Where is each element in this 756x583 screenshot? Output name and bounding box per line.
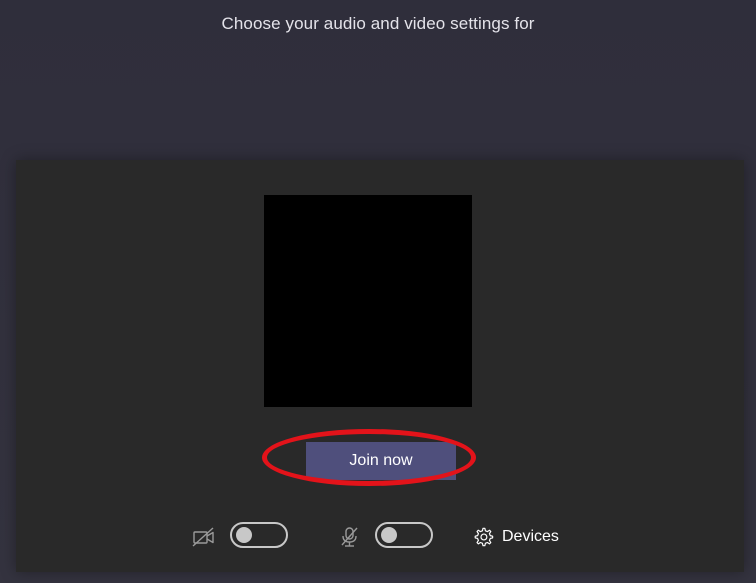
devices-button[interactable]: Devices bbox=[472, 522, 559, 552]
microphone-toggle[interactable] bbox=[375, 522, 433, 548]
camera-toggle-knob bbox=[236, 527, 252, 543]
gear-icon bbox=[472, 526, 494, 548]
mic-off-icon bbox=[338, 527, 362, 547]
camera-toggle[interactable] bbox=[230, 522, 288, 548]
microphone-toggle-knob bbox=[381, 527, 397, 543]
device-controls: Devices bbox=[16, 517, 744, 557]
video-preview bbox=[264, 195, 472, 407]
preview-panel: Join now Devices bbox=[16, 160, 744, 572]
prejoin-screen: Choose your audio and video settings for… bbox=[0, 0, 756, 583]
page-title: Choose your audio and video settings for bbox=[221, 14, 535, 33]
camera-off-icon bbox=[192, 527, 216, 547]
join-now-button[interactable]: Join now bbox=[306, 442, 456, 480]
devices-label: Devices bbox=[502, 528, 559, 545]
